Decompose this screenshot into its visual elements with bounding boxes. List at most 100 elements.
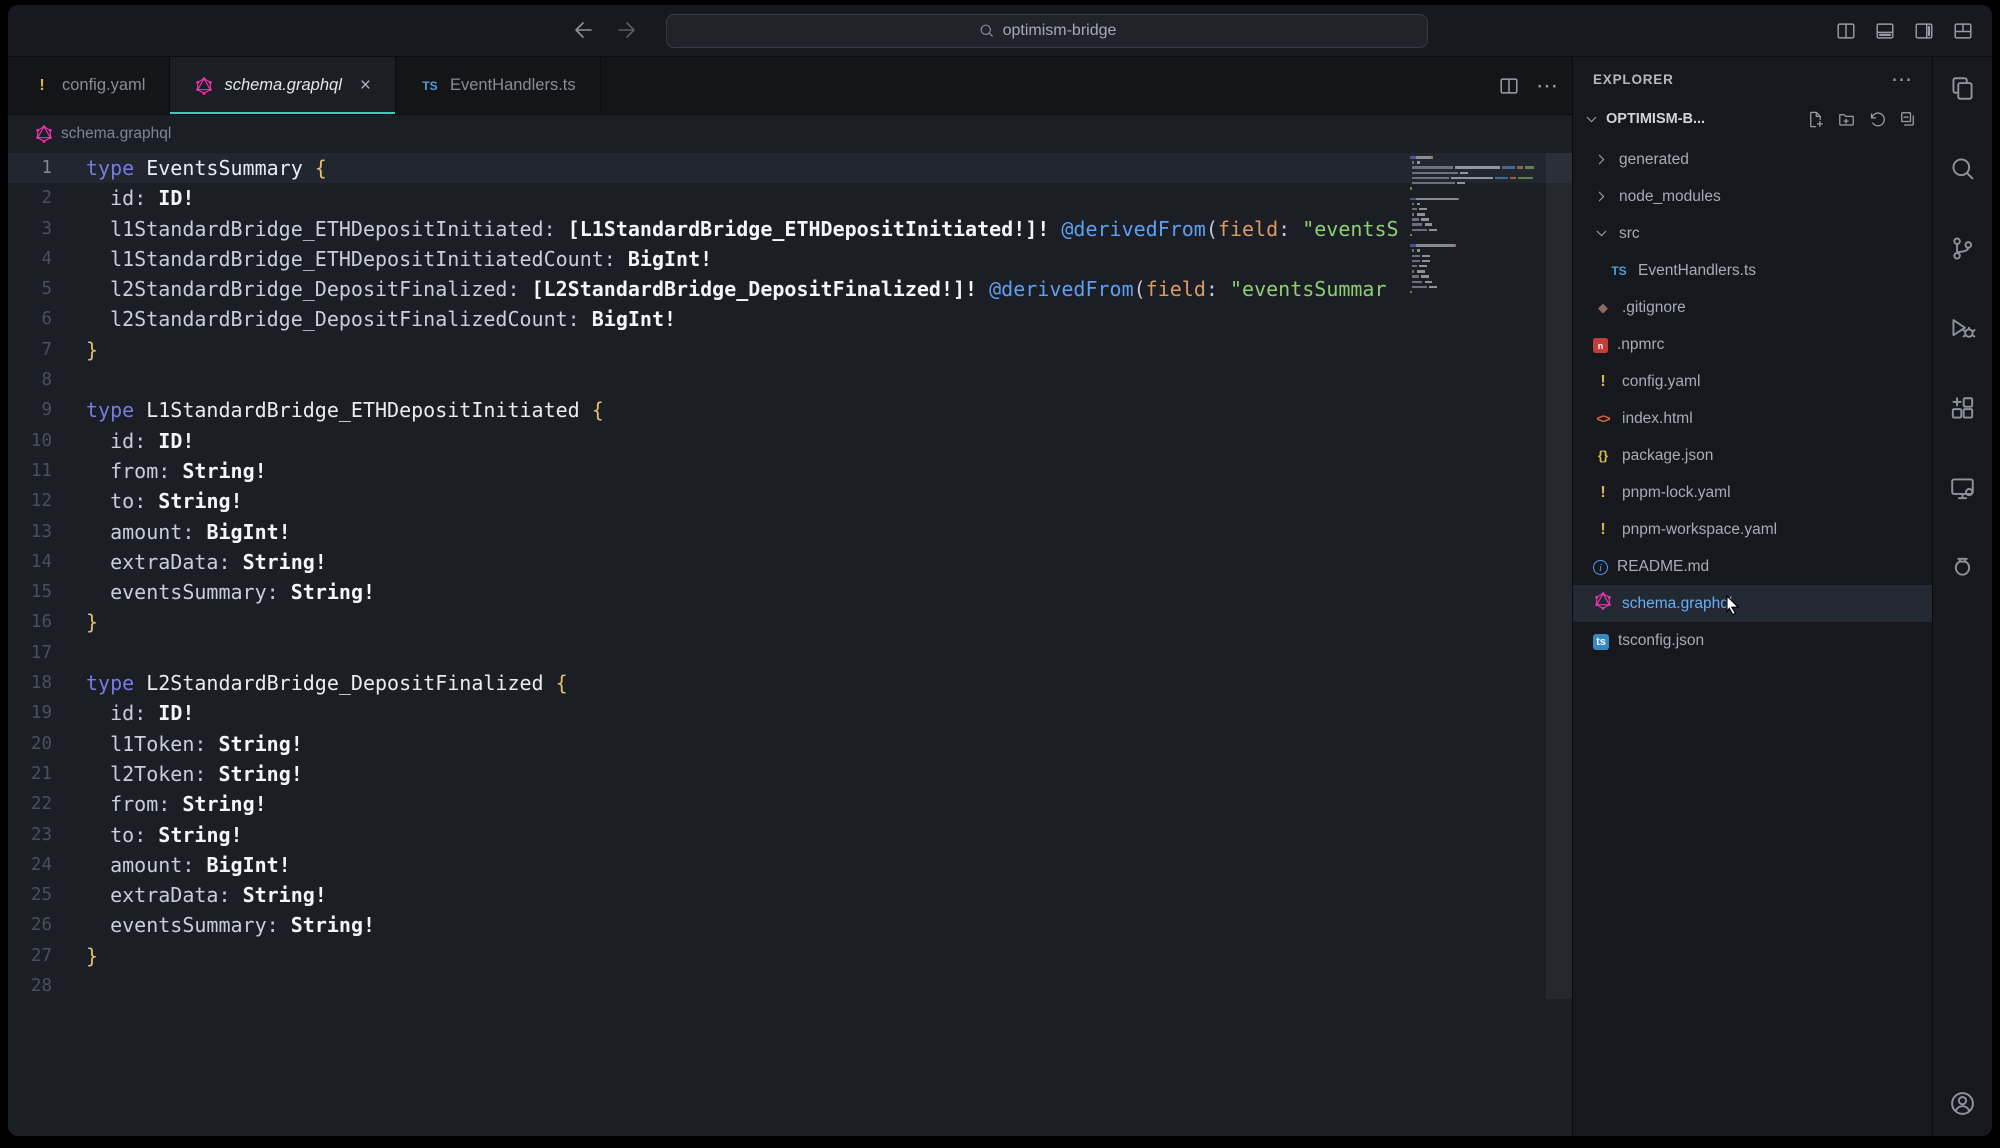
new-file-icon[interactable]	[1806, 110, 1825, 129]
customize-layout-icon[interactable]	[1952, 20, 1974, 42]
activity-extensions-button[interactable]	[1946, 391, 1980, 425]
file-item-schema-graphql[interactable]: schema.graphql	[1573, 585, 1932, 622]
file-item-config-yaml[interactable]: !config.yaml	[1573, 363, 1932, 400]
minimap[interactable]	[1410, 156, 1542, 301]
code-line[interactable]: 5 l2StandardBridge_DepositFinalized: [L2…	[8, 274, 1572, 304]
file-item-tsconfig-json[interactable]: tstsconfig.json	[1573, 622, 1932, 659]
file-item-pnpm-workspace-yaml[interactable]: !pnpm-workspace.yaml	[1573, 511, 1932, 548]
code-line[interactable]: 1type EventsSummary {	[8, 153, 1572, 183]
activity-run-debug-button[interactable]	[1946, 311, 1980, 345]
file-item-index-html[interactable]: <>index.html	[1573, 400, 1932, 437]
activity-remote-explorer-button[interactable]	[1946, 471, 1980, 505]
file-item-gitignore[interactable]: ◆.gitignore	[1573, 289, 1932, 326]
code-editor[interactable]: 1type EventsSummary {2 id: ID!3 l1Standa…	[8, 153, 1572, 1136]
code-line[interactable]: 9type L1StandardBridge_ETHDepositInitiat…	[8, 395, 1572, 425]
run-debug-icon	[1948, 314, 1977, 343]
code-text: }	[86, 607, 98, 637]
code-line[interactable]: 19 id: ID!	[8, 698, 1572, 728]
file-item-eventhandlers-ts[interactable]: TSEventHandlers.ts	[1573, 252, 1932, 289]
editor-group: !config.yamlschema.graphql×TSEventHandle…	[8, 57, 1572, 1136]
activity-source-control-button[interactable]	[1946, 231, 1980, 265]
tabs: !config.yaml schema.graphql × TSEventHandle…	[8, 57, 601, 114]
activity-search-button[interactable]	[1946, 151, 1980, 185]
file-item-readme-md[interactable]: iREADME.md	[1573, 548, 1932, 585]
code-line[interactable]: 4 l1StandardBridge_ETHDepositInitiatedCo…	[8, 244, 1572, 274]
file-label: .npmrc	[1617, 336, 1664, 354]
refresh-icon[interactable]	[1868, 110, 1887, 129]
code-line[interactable]: 17	[8, 638, 1572, 668]
command-center-search[interactable]: optimism-bridge	[666, 14, 1428, 48]
file-label: pnpm-lock.yaml	[1622, 484, 1731, 502]
folder-item-node-modules[interactable]: node_modules	[1573, 178, 1932, 215]
more-actions-icon[interactable]: ⋯	[1536, 75, 1558, 97]
line-number: 16	[8, 607, 86, 637]
line-number: 11	[8, 456, 86, 486]
code-line[interactable]: 14 extraData: String!	[8, 547, 1572, 577]
line-number: 26	[8, 910, 86, 940]
code-line[interactable]: 3 l1StandardBridge_ETHDepositInitiated: …	[8, 214, 1572, 244]
collapse-all-icon[interactable]	[1899, 110, 1918, 129]
minimap-line	[1410, 161, 1542, 164]
split-editor-icon[interactable]	[1498, 75, 1520, 97]
line-number: 3	[8, 214, 86, 244]
line-number: 2	[8, 183, 86, 213]
breadcrumb[interactable]: schema.graphql	[8, 115, 1572, 153]
activity-files-button[interactable]	[1946, 71, 1980, 105]
explorer-more-button[interactable]: ⋯	[1891, 69, 1912, 90]
back-arrow-button[interactable]	[572, 18, 598, 44]
close-icon[interactable]: ×	[360, 76, 371, 95]
line-number: 9	[8, 395, 86, 425]
tsconfig-icon: ts	[1593, 632, 1609, 650]
toggle-panel-icon[interactable]	[1874, 20, 1896, 42]
code-line[interactable]: 18type L2StandardBridge_DepositFinalized…	[8, 668, 1572, 698]
split-columns-icon[interactable]	[1835, 20, 1857, 42]
code-text: }	[86, 335, 98, 365]
code-line[interactable]: 2 id: ID!	[8, 183, 1572, 213]
code-line[interactable]: 21 l2Token: String!	[8, 759, 1572, 789]
line-number: 28	[8, 971, 86, 1001]
code-line[interactable]: 28	[8, 971, 1572, 1001]
code-line[interactable]: 12 to: String!	[8, 486, 1572, 516]
forward-arrow-button[interactable]	[614, 18, 640, 44]
code-line[interactable]: 24 amount: BigInt!	[8, 850, 1572, 880]
code-line[interactable]: 16}	[8, 607, 1572, 637]
tab-eventhandlers-ts[interactable]: TSEventHandlers.ts	[396, 57, 601, 114]
code-line[interactable]: 20 l1Token: String!	[8, 729, 1572, 759]
tab-config-yaml[interactable]: !config.yaml	[8, 57, 170, 114]
toggle-secondary-sidebar-icon[interactable]	[1913, 20, 1935, 42]
new-folder-icon[interactable]	[1837, 110, 1856, 129]
file-label: .gitignore	[1622, 299, 1686, 317]
code-line[interactable]: 8	[8, 365, 1572, 395]
code-text: type L1StandardBridge_ETHDepositInitiate…	[86, 395, 604, 425]
code-line[interactable]: 22 from: String!	[8, 789, 1572, 819]
code-line[interactable]: 11 from: String!	[8, 456, 1572, 486]
activity-jar-button[interactable]	[1946, 551, 1980, 585]
file-item-npmrc[interactable]: n.npmrc	[1573, 326, 1932, 363]
code-line[interactable]: 27}	[8, 941, 1572, 971]
line-number: 4	[8, 244, 86, 274]
tab-schema-graphql[interactable]: schema.graphql ×	[170, 57, 396, 114]
folder-item-generated[interactable]: generated	[1573, 141, 1932, 178]
code-line[interactable]: 7}	[8, 335, 1572, 365]
file-label: EventHandlers.ts	[1638, 262, 1756, 280]
code-line[interactable]: 13 amount: BigInt!	[8, 517, 1572, 547]
code-line[interactable]: 10 id: ID!	[8, 426, 1572, 456]
explorer-project-section[interactable]: OPTIMISM-B...	[1573, 101, 1932, 137]
minimap-line	[1410, 156, 1542, 159]
code-line[interactable]: 23 to: String!	[8, 820, 1572, 850]
ts-icon: TS	[420, 76, 440, 96]
file-label: package.json	[1622, 447, 1713, 465]
editor-scrollbar[interactable]	[1546, 153, 1572, 999]
code-line[interactable]: 6 l2StandardBridge_DepositFinalizedCount…	[8, 304, 1572, 334]
activity-bar	[1932, 57, 1992, 1136]
code-line[interactable]: 26 eventsSummary: String!	[8, 910, 1572, 940]
file-item-pnpm-lock-yaml[interactable]: !pnpm-lock.yaml	[1573, 474, 1932, 511]
code-line[interactable]: 25 extraData: String!	[8, 880, 1572, 910]
activity-account-button[interactable]	[1946, 1086, 1980, 1120]
explorer-title: EXPLORER	[1593, 72, 1674, 87]
folder-item-src[interactable]: src	[1573, 215, 1932, 252]
file-item-package-json[interactable]: {}package.json	[1573, 437, 1932, 474]
code-line[interactable]: 15 eventsSummary: String!	[8, 577, 1572, 607]
line-number: 21	[8, 759, 86, 789]
tab-label: schema.graphql	[224, 76, 341, 95]
